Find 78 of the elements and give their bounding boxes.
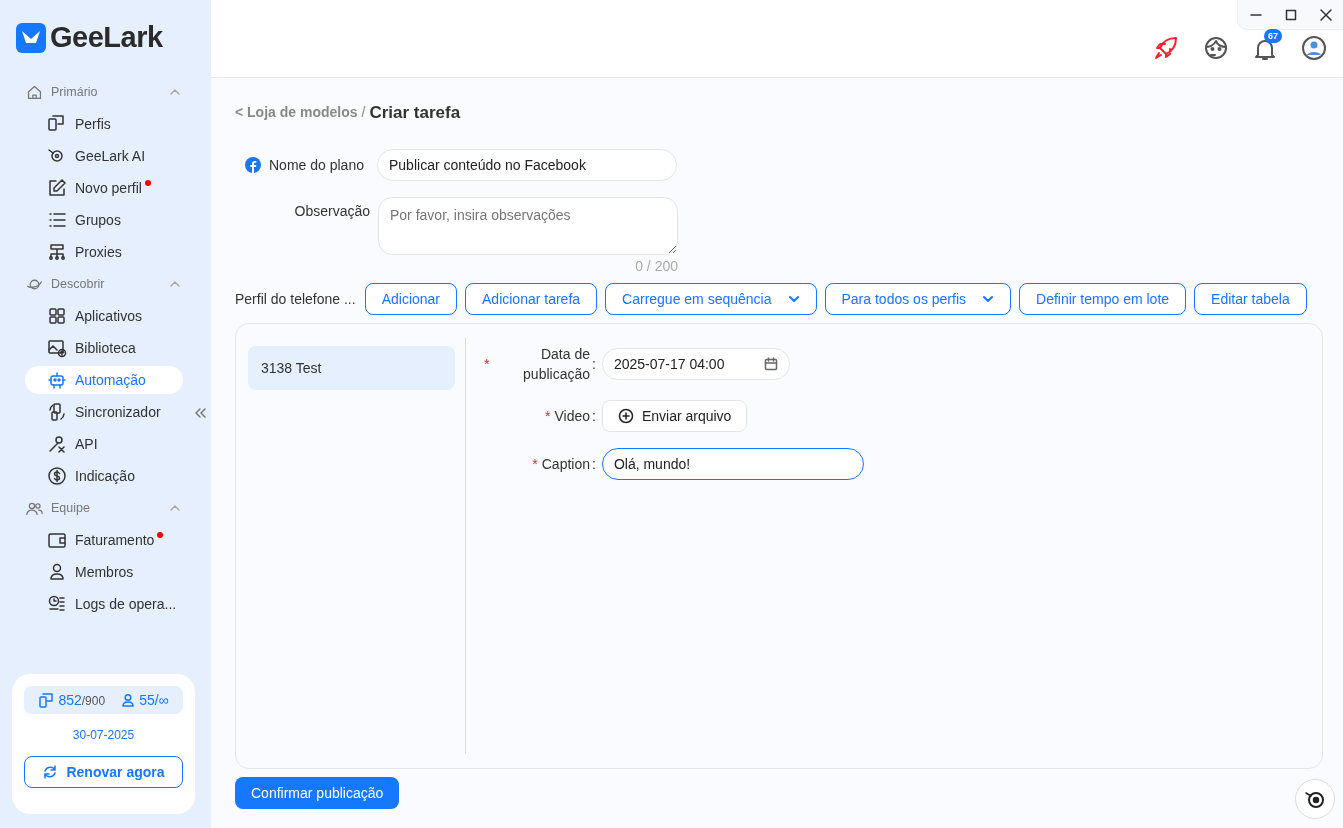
refresh-icon [42,764,59,780]
sidebar-item[interactable]: Novo perfil [25,174,183,202]
outline-button[interactable]: Editar tabela [1194,283,1307,315]
close-icon[interactable] [1319,8,1332,21]
edit-icon [47,178,67,198]
profile-quota: 852/900 [58,690,106,710]
api-icon [47,434,67,454]
observation-field[interactable]: Por favor, insira observações [378,197,678,255]
outline-button[interactable]: Definir tempo em lote [1019,283,1187,315]
upload-button[interactable]: Enviar arquivo [601,400,748,432]
field-label: Observação [293,202,370,221]
sidebar-item[interactable]: Perfis [25,110,183,138]
dropdown-button[interactable]: Carregue em sequência [605,283,817,315]
renew-button[interactable]: Renovar agora [24,756,183,788]
section-title[interactable]: Primário [51,82,161,102]
plan-name-field[interactable]: Publicar conteúdo no Facebook [377,149,677,181]
sidebar-item[interactable]: Faturamento [25,526,183,554]
chevron-down-icon [787,293,800,305]
image-icon [47,338,67,358]
date-picker-field[interactable]: 2025-07-17 04:00 [601,348,790,380]
sidebar-item[interactable]: GeeLark AI [25,142,183,170]
sidebar-item[interactable]: Membros [25,558,183,586]
label-colon: : [592,454,596,474]
field-label: Nome do plano [269,155,365,175]
sidebar-item[interactable]: Proxies [25,238,183,266]
confirm-button[interactable]: Confirmar publicação [235,777,400,809]
field-label: Caption [540,455,590,474]
sidebar-item[interactable]: Automação [25,366,183,394]
person-icon [121,693,136,707]
breadcrumb-separator: / [361,102,366,122]
list-icon [47,210,67,230]
profile-item[interactable]: 3138 Test [248,346,455,390]
sidebar-item[interactable]: Aplicativos [25,302,183,330]
label-colon: : [592,406,596,426]
facebook-icon [245,157,261,173]
user-avatar-icon[interactable] [1301,34,1327,61]
chevron-down-icon [982,293,994,305]
toolbar-label: Perfil do telefone ... [235,289,356,309]
dollar-icon [47,466,67,486]
phone-icon [47,114,67,134]
label-colon: : [592,354,596,374]
outline-button[interactable]: Adicionar tarefa [465,283,598,315]
robot-icon [47,370,67,390]
rocket-icon[interactable] [1153,34,1179,61]
home-icon [26,83,43,101]
expiry-date: 30-07-2025 [71,727,136,744]
page-title: Criar tarefa [369,101,461,124]
outline-button[interactable]: Adicionar [364,283,457,315]
dropdown-button[interactable]: Para todos os perfis [824,283,1011,315]
sidebar-item[interactable]: API [25,430,183,458]
grid-icon [47,306,67,326]
section-title[interactable]: Equipe [51,498,161,518]
required-mark: * [532,454,538,474]
field-label: Data de publicação [522,345,590,384]
sidebar-item[interactable]: Indicação [25,462,183,490]
caption-field[interactable]: Olá, mundo! [601,448,864,480]
sidebar-item[interactable]: Grupos [25,206,183,234]
maximize-icon[interactable] [1284,8,1297,21]
add-circle-icon [617,408,634,424]
network-icon [47,242,67,262]
assistant-button[interactable] [1295,779,1335,819]
required-mark: * [545,406,551,426]
character-counter: 0 / 200 [634,257,678,276]
double-chevron-icon[interactable] [194,407,206,419]
sidebar-item[interactable]: Biblioteca [25,334,183,362]
member-quota: 55/∞ [139,690,169,710]
sidebar-item[interactable]: Logs de opera... [25,590,183,618]
required-mark: * [484,354,491,374]
phone-icon [38,692,55,708]
person-icon [47,562,67,582]
support-agent-icon[interactable] [1203,34,1229,61]
logo-text: GeeLark [50,20,163,56]
section-title[interactable]: Descobrir [51,274,161,294]
wallet-icon [47,530,67,550]
field-label: Video [553,407,590,426]
sidebar-item[interactable]: Sincronizador [25,398,183,426]
log-icon [47,594,67,614]
calendar-icon [763,357,778,371]
